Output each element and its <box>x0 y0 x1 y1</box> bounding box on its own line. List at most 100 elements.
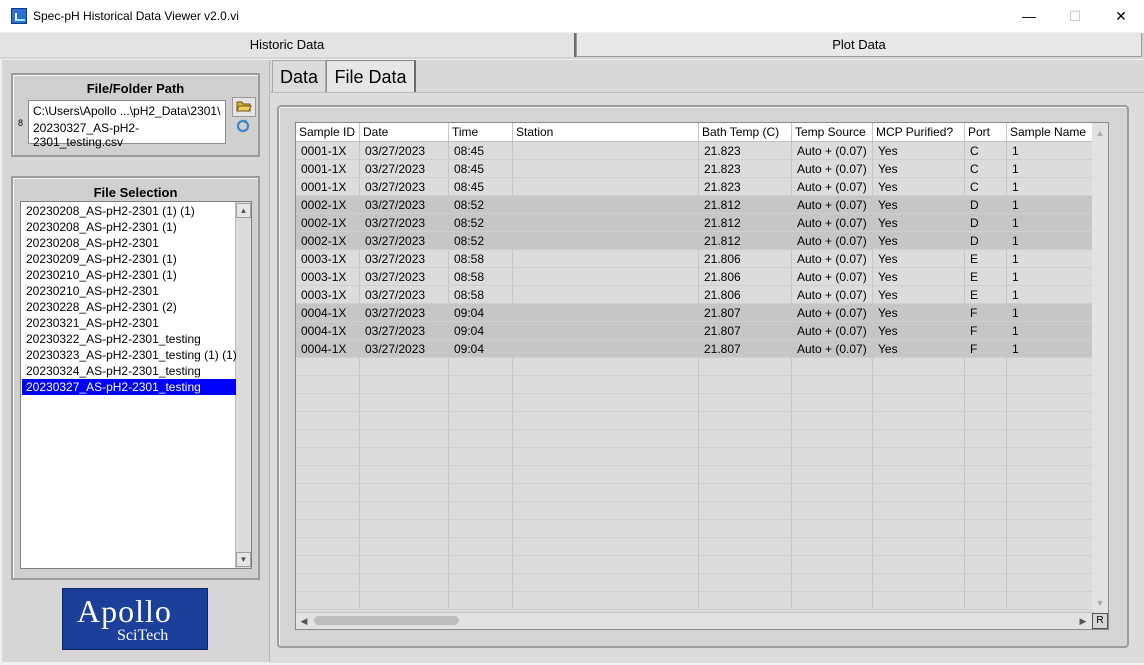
table-row[interactable]: 0004-1X 03/27/2023 09:04 21.807 Auto + (0.07… <box>296 322 1094 340</box>
tab-historic-data[interactable]: Historic Data <box>0 33 576 57</box>
table-cell: 0003-1X <box>296 250 360 268</box>
column-header[interactable]: Date <box>360 123 449 141</box>
file-list-item[interactable]: 20230208_AS-pH2-2301 <box>22 235 236 251</box>
close-button[interactable]: ✕ <box>1098 0 1144 32</box>
tab-plot-data[interactable]: Plot Data <box>576 33 1142 57</box>
column-header[interactable]: MCP Purified? <box>873 123 965 141</box>
table-cell: 0003-1X <box>296 268 360 286</box>
table-row[interactable]: 0002-1X 03/27/2023 08:52 21.812 Auto + (0.07… <box>296 214 1094 232</box>
table-scroll-down-icon[interactable]: ▼ <box>1093 595 1107 611</box>
file-data-table[interactable]: Sample ID Date Time Station Bath Temp (C) Tem… <box>295 122 1109 630</box>
column-header[interactable]: Station <box>513 123 699 141</box>
table-row[interactable] <box>296 430 1094 448</box>
table-row[interactable]: 0004-1X 03/27/2023 09:04 21.807 Auto + (0.07… <box>296 340 1094 358</box>
table-row[interactable] <box>296 394 1094 412</box>
refresh-icon[interactable] <box>232 118 254 136</box>
table-row[interactable]: 0002-1X 03/27/2023 08:52 21.812 Auto + (0.07… <box>296 232 1094 250</box>
table-cell: 0004-1X <box>296 340 360 358</box>
column-header[interactable]: Sample Name <box>1007 123 1094 141</box>
table-cell <box>699 412 792 430</box>
file-list-scrollbar[interactable]: ▲ ▼ <box>235 202 251 568</box>
file-list-item[interactable]: 20230327_AS-pH2-2301_testing <box>22 379 236 395</box>
table-vertical-scrollbar[interactable]: ▲ ▼ <box>1092 123 1108 613</box>
table-row[interactable]: 0004-1X 03/27/2023 09:04 21.807 Auto + (0.07… <box>296 304 1094 322</box>
table-cell: 21.807 <box>699 322 792 340</box>
table-cell: 03/27/2023 <box>360 268 449 286</box>
column-header[interactable]: Sample ID <box>296 123 360 141</box>
file-list-item[interactable]: 20230321_AS-pH2-2301 <box>22 315 236 331</box>
table-row[interactable] <box>296 466 1094 484</box>
table-row[interactable]: 0003-1X 03/27/2023 08:58 21.806 Auto + (0.07… <box>296 268 1094 286</box>
table-row[interactable] <box>296 448 1094 466</box>
table-row[interactable] <box>296 358 1094 376</box>
table-cell <box>965 394 1007 412</box>
table-cell: 0004-1X <box>296 322 360 340</box>
table-row[interactable] <box>296 574 1094 592</box>
table-row[interactable] <box>296 520 1094 538</box>
file-path-line2: 20230327_AS-pH2-2301_testing.csv <box>33 121 140 149</box>
table-row[interactable] <box>296 556 1094 574</box>
table-cell: Auto + (0.07) <box>792 214 873 232</box>
table-scroll-right-icon[interactable]: ▶ <box>1076 613 1090 629</box>
table-row[interactable]: 0003-1X 03/27/2023 08:58 21.806 Auto + (0.07… <box>296 286 1094 304</box>
table-row[interactable] <box>296 592 1094 610</box>
table-scroll-up-icon[interactable]: ▲ <box>1093 125 1107 141</box>
table-cell <box>449 484 513 502</box>
table-horizontal-scroll-thumb[interactable] <box>314 616 459 625</box>
table-row[interactable]: 0002-1X 03/27/2023 08:52 21.812 Auto + (0.07… <box>296 196 1094 214</box>
table-row[interactable] <box>296 484 1094 502</box>
file-list-item[interactable]: 20230208_AS-pH2-2301 (1) (1) <box>22 203 236 219</box>
folder-open-icon[interactable] <box>232 97 256 117</box>
file-list-item[interactable]: 20230228_AS-pH2-2301 (2) <box>22 299 236 315</box>
column-header[interactable]: Port <box>965 123 1007 141</box>
column-header[interactable]: Bath Temp (C) <box>699 123 792 141</box>
table-cell <box>449 502 513 520</box>
file-list-item[interactable]: 20230208_AS-pH2-2301 (1) <box>22 219 236 235</box>
table-cell: 1 <box>1007 178 1094 196</box>
table-scroll-left-icon[interactable]: ◀ <box>297 613 311 629</box>
file-list-item[interactable]: 20230209_AS-pH2-2301 (1) <box>22 251 236 267</box>
apollo-scitech-logo: Apollo SciTech <box>62 588 208 650</box>
minimize-button[interactable]: — <box>1006 0 1052 32</box>
tab-file-data[interactable]: File Data <box>326 60 416 92</box>
table-cell <box>792 394 873 412</box>
table-cell: 03/27/2023 <box>360 304 449 322</box>
table-row[interactable]: 0001-1X 03/27/2023 08:45 21.823 Auto + (0.07… <box>296 160 1094 178</box>
table-row[interactable]: 0001-1X 03/27/2023 08:45 21.823 Auto + (0.07… <box>296 142 1094 160</box>
file-list-item[interactable]: 20230210_AS-pH2-2301 (1) <box>22 267 236 283</box>
table-cell <box>449 376 513 394</box>
table-horizontal-scrollbar[interactable]: ◀ ▶ <box>296 612 1094 629</box>
file-list-item[interactable]: 20230324_AS-pH2-2301_testing <box>22 363 236 379</box>
table-cell: 08:58 <box>449 268 513 286</box>
table-cell: 0001-1X <box>296 178 360 196</box>
table-row[interactable] <box>296 502 1094 520</box>
table-cell <box>296 430 360 448</box>
maximize-button[interactable]: ☐ <box>1052 0 1098 32</box>
table-row[interactable] <box>296 412 1094 430</box>
table-cell <box>792 592 873 610</box>
file-list-item[interactable]: 20230322_AS-pH2-2301_testing <box>22 331 236 347</box>
file-list[interactable]: ▲ ▼ 20230208_AS-pH2-2301 (1) (1) 20230208… <box>20 201 252 569</box>
scroll-up-arrow-icon[interactable]: ▲ <box>236 203 251 218</box>
table-cell <box>873 538 965 556</box>
table-cell <box>360 430 449 448</box>
file-list-item[interactable]: 20230323_AS-pH2-2301_testing (1) (1) <box>22 347 237 363</box>
table-cell <box>296 538 360 556</box>
column-header[interactable]: Time <box>449 123 513 141</box>
table-cell: 21.806 <box>699 286 792 304</box>
scroll-down-arrow-icon[interactable]: ▼ <box>236 552 251 567</box>
table-cell <box>449 538 513 556</box>
table-cell: 03/27/2023 <box>360 250 449 268</box>
table-cell: Auto + (0.07) <box>792 250 873 268</box>
table-row[interactable] <box>296 376 1094 394</box>
table-row[interactable] <box>296 538 1094 556</box>
table-cell: E <box>965 250 1007 268</box>
tab-data[interactable]: Data <box>272 60 326 92</box>
file-path-input[interactable]: C:\Users\Apollo ...\pH2_Data\2301\ 20230… <box>28 100 226 149</box>
table-r-button[interactable]: R <box>1092 613 1108 629</box>
file-list-item[interactable]: 20230210_AS-pH2-2301 <box>22 283 236 299</box>
table-row[interactable]: 0001-1X 03/27/2023 08:45 21.823 Auto + (0.07… <box>296 178 1094 196</box>
table-row[interactable]: 0003-1X 03/27/2023 08:58 21.806 Auto + (0.07… <box>296 250 1094 268</box>
column-header[interactable]: Temp Source <box>792 123 873 141</box>
table-cell: 03/27/2023 <box>360 286 449 304</box>
